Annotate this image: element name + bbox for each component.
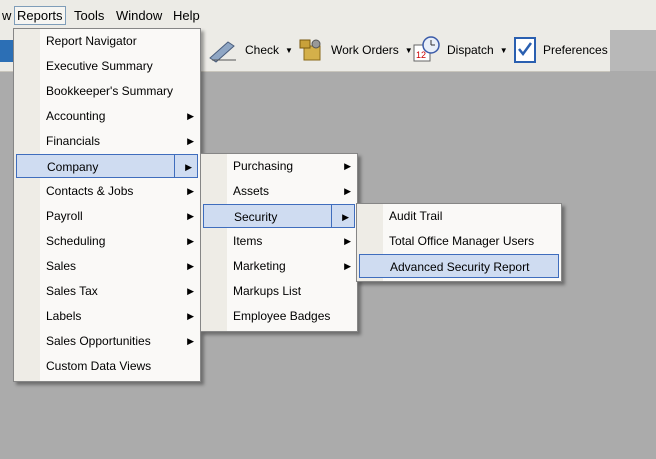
menu-item-label: Audit Trail [389, 209, 443, 223]
menu-item-employee-badges[interactable]: Employee Badges [201, 304, 357, 328]
menu-item-report-navigator[interactable]: Report Navigator [14, 29, 200, 53]
submenu-arrow-icon: ▶ [344, 236, 351, 246]
submenu-arrow-icon: ▶ [185, 162, 192, 172]
menu-bar: w Reports Tools Window Help [0, 0, 656, 31]
reports-menu: Report Navigator Executive Summary Bookk… [13, 28, 201, 382]
menu-item-items[interactable]: Items ▶ [201, 229, 357, 253]
menu-item-audit-trail[interactable]: Audit Trail [357, 204, 561, 228]
menu-item-assets[interactable]: Assets ▶ [201, 179, 357, 203]
security-submenu: Audit Trail Total Office Manager Users A… [356, 203, 562, 282]
menu-item-label: Report Navigator [46, 34, 137, 48]
submenu-arrow-icon: ▶ [187, 211, 194, 221]
menu-item-label: Assets [233, 184, 270, 198]
submenu-arrow-icon: ▶ [344, 161, 351, 171]
menu-window[interactable]: Window [114, 7, 164, 24]
submenu-arrow-icon: ▶ [344, 186, 351, 196]
dispatch-label: Dispatch [447, 43, 494, 57]
toolbar-overflow-area [610, 30, 656, 71]
menu-help[interactable]: Help [171, 7, 202, 24]
menu-item-label: Advanced Security Report [390, 260, 530, 274]
work-orders-label: Work Orders [331, 43, 399, 57]
menu-item-label: Payroll [46, 209, 83, 223]
menu-item-sales-tax[interactable]: Sales Tax ▶ [14, 279, 200, 303]
menu-item-sales-opportunities[interactable]: Sales Opportunities ▶ [14, 329, 200, 353]
menu-item-label: Total Office Manager Users [389, 234, 535, 248]
menu-item-label: Security [234, 210, 278, 224]
check-label: Check [245, 43, 280, 57]
menu-tools[interactable]: Tools [72, 7, 106, 24]
menu-item-sales[interactable]: Sales ▶ [14, 254, 200, 278]
menu-reports[interactable]: Reports [14, 6, 66, 25]
menu-item-security[interactable]: Security ▶ [203, 204, 355, 228]
work-orders-button[interactable]: Work Orders ▼ [296, 33, 413, 67]
menu-item-label: Items [233, 234, 263, 248]
dispatch-button[interactable]: 12 Dispatch ▼ [412, 33, 508, 67]
submenu-arrow-icon: ▶ [187, 311, 194, 321]
work-orders-wrench-icon [299, 39, 321, 61]
company-submenu: Purchasing ▶ Assets ▶ Security ▶ Items ▶ Mar… [200, 153, 358, 332]
menu-item-advanced-security-report[interactable]: Advanced Security Report [359, 254, 559, 278]
submenu-arrow-icon: ▶ [187, 111, 194, 121]
menu-view[interactable]: w [0, 7, 13, 24]
menu-item-label: Sales Opportunities [46, 334, 151, 348]
menu-item-financials[interactable]: Financials ▶ [14, 129, 200, 153]
preferences-button[interactable]: Preferences [512, 33, 608, 67]
check-dropdown-icon[interactable]: ▼ [285, 46, 293, 55]
menu-item-label: Labels [46, 309, 82, 323]
menu-item-marketing[interactable]: Marketing ▶ [201, 254, 357, 278]
submenu-arrow-icon: ▶ [344, 261, 351, 271]
submenu-arrow-icon: ▶ [187, 136, 194, 146]
dispatch-dropdown-icon[interactable]: ▼ [500, 46, 508, 55]
app-icon [0, 40, 14, 62]
menu-item-label: Custom Data Views [46, 359, 152, 373]
submenu-arrow-icon: ▶ [187, 186, 194, 196]
menu-item-scheduling[interactable]: Scheduling ▶ [14, 229, 200, 253]
calendar-date-text: 12 [416, 50, 426, 60]
menu-item-company[interactable]: Company ▶ [16, 154, 198, 178]
menu-item-label: Contacts & Jobs [46, 184, 134, 198]
menu-item-label: Markups List [233, 284, 302, 298]
menu-item-accounting[interactable]: Accounting ▶ [14, 104, 200, 128]
menu-item-label: Executive Summary [46, 59, 153, 73]
check-pen-icon [209, 41, 236, 63]
menu-item-label: Accounting [46, 109, 106, 123]
menu-item-executive-summary[interactable]: Executive Summary [14, 54, 200, 78]
check-button[interactable]: Check ▼ [206, 33, 293, 67]
menu-item-markups-list[interactable]: Markups List [201, 279, 357, 303]
menu-item-label: Scheduling [46, 234, 106, 248]
menu-item-label: Employee Badges [233, 309, 331, 323]
menu-item-label: Sales Tax [46, 284, 98, 298]
menu-item-custom-data-views[interactable]: Custom Data Views [14, 354, 200, 378]
menu-item-label: Sales [46, 259, 77, 273]
submenu-arrow-icon: ▶ [187, 286, 194, 296]
menu-item-labels[interactable]: Labels ▶ [14, 304, 200, 328]
menu-item-bookkeepers-summary[interactable]: Bookkeeper's Summary [14, 79, 200, 103]
menu-item-purchasing[interactable]: Purchasing ▶ [201, 154, 357, 178]
submenu-arrow-icon: ▶ [342, 212, 349, 222]
menu-item-contacts-jobs[interactable]: Contacts & Jobs ▶ [14, 179, 200, 203]
dispatch-clock-calendar-icon: 12 [413, 36, 440, 62]
menu-item-label: Bookkeeper's Summary [46, 84, 174, 98]
menu-item-label: Purchasing [233, 159, 294, 173]
menu-item-total-office-manager-users[interactable]: Total Office Manager Users [357, 229, 561, 253]
submenu-arrow-icon: ▶ [187, 261, 194, 271]
menu-item-payroll[interactable]: Payroll ▶ [14, 204, 200, 228]
menu-item-label: Company [47, 160, 99, 174]
submenu-arrow-icon: ▶ [187, 236, 194, 246]
submenu-arrow-icon: ▶ [187, 336, 194, 346]
preferences-label: Preferences [543, 43, 608, 57]
preferences-checklist-icon [514, 37, 536, 63]
menu-item-label: Marketing [233, 259, 286, 273]
menu-item-label: Financials [46, 134, 101, 148]
